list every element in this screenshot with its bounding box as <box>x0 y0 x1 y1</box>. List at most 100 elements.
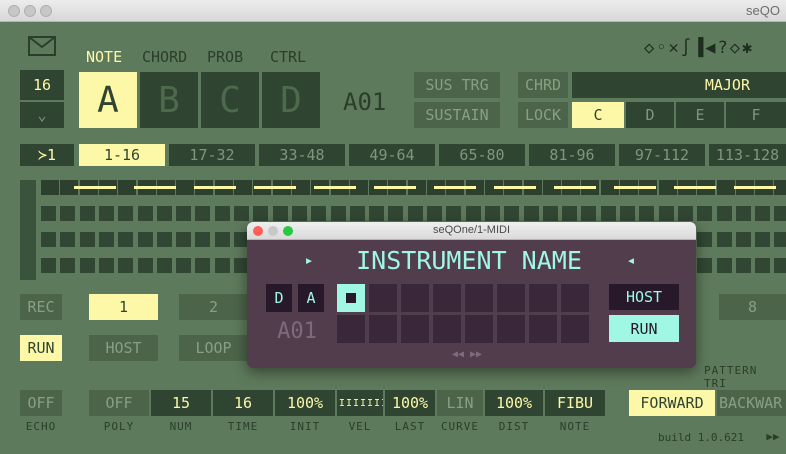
pattern-button-2[interactable]: 2 <box>179 294 248 320</box>
loop-button[interactable]: LOOP <box>179 335 248 361</box>
grid-step[interactable] <box>543 206 558 221</box>
grid-step[interactable] <box>755 232 770 247</box>
grid-step[interactable] <box>524 206 539 221</box>
length-value[interactable]: 16 <box>20 70 64 100</box>
grid-step[interactable] <box>697 258 712 273</box>
grid-step[interactable] <box>446 206 461 221</box>
grid-step[interactable] <box>774 258 786 273</box>
grid-step[interactable] <box>408 206 423 221</box>
page-tab-8[interactable]: 113-128 <box>709 144 786 166</box>
grid-step[interactable] <box>138 206 153 221</box>
grid-step[interactable] <box>215 258 230 273</box>
grid-step[interactable] <box>41 258 56 273</box>
grid-step[interactable] <box>678 206 693 221</box>
chord-type-select[interactable]: MAJOR <box>572 72 786 98</box>
grid-step[interactable] <box>620 206 635 221</box>
grid-step[interactable] <box>601 206 616 221</box>
grid-step[interactable] <box>157 206 172 221</box>
grid-step[interactable] <box>60 206 75 221</box>
tab-ctrl[interactable]: CTRL <box>270 48 306 66</box>
grid-step[interactable] <box>562 206 577 221</box>
grid-step[interactable] <box>41 232 56 247</box>
grid-step[interactable] <box>697 232 712 247</box>
rec-button[interactable]: REC <box>20 294 62 320</box>
popup-cell[interactable] <box>529 284 557 312</box>
popup-cell[interactable] <box>401 315 429 343</box>
grid-step[interactable] <box>311 206 326 221</box>
help-icon[interactable]: ? <box>717 38 729 58</box>
grid-step[interactable] <box>485 206 500 221</box>
popup-cell[interactable] <box>561 315 589 343</box>
toolbar-icons[interactable]: ◇◦✕∫▐◀?◇✱ <box>644 38 754 58</box>
left-scroll-bar[interactable] <box>20 180 36 280</box>
pattern-c-button[interactable]: C <box>201 72 259 128</box>
grid-step[interactable] <box>195 206 210 221</box>
grid-step[interactable] <box>157 258 172 273</box>
param-last-value[interactable]: 100% <box>385 390 435 416</box>
page-tab-7[interactable]: 97-112 <box>619 144 705 166</box>
grid-step[interactable] <box>118 258 133 273</box>
grid-step[interactable] <box>717 232 732 247</box>
pattern-button-1[interactable]: 1 <box>89 294 158 320</box>
grid-step[interactable] <box>659 206 674 221</box>
grid-step[interactable] <box>41 180 59 195</box>
popup-cell[interactable] <box>465 284 493 312</box>
grid-step[interactable] <box>234 206 249 221</box>
curve-icon[interactable]: ∫ <box>681 38 693 58</box>
grid-step[interactable] <box>388 206 403 221</box>
length-down-button[interactable]: ⌄ <box>20 102 64 128</box>
grid-step[interactable] <box>80 232 95 247</box>
grid-step[interactable] <box>369 206 384 221</box>
mail-icon[interactable] <box>28 36 56 60</box>
popup-cell[interactable] <box>401 284 429 312</box>
page-tab-1[interactable]: 1-16 <box>79 144 165 166</box>
chord-button[interactable]: CHRD <box>518 72 568 98</box>
param-vel-value[interactable]: IIIIIIIIII <box>337 390 383 416</box>
grid-step[interactable] <box>755 206 770 221</box>
popup-cell[interactable] <box>465 315 493 343</box>
popup-cell[interactable] <box>369 315 397 343</box>
tab-note[interactable]: NOTE <box>86 48 122 66</box>
popup-nav-arrows[interactable]: ◀◀ ▶▶ <box>437 346 497 362</box>
pattern-d-button[interactable]: D <box>262 72 320 128</box>
skip-back-icon[interactable]: ▐◀ <box>693 38 717 58</box>
grid-step[interactable] <box>195 258 210 273</box>
pattern-button-8[interactable]: 8 <box>719 294 786 320</box>
popup-cell[interactable] <box>369 284 397 312</box>
grid-step[interactable] <box>774 206 786 221</box>
grid-step[interactable] <box>99 258 114 273</box>
star-icon[interactable]: ✱ <box>742 38 754 58</box>
grid-step[interactable] <box>41 206 56 221</box>
grid-step[interactable] <box>736 206 751 221</box>
grid-step[interactable] <box>118 206 133 221</box>
popup-cell[interactable] <box>433 284 461 312</box>
grid-step[interactable] <box>118 232 133 247</box>
popup-cell[interactable] <box>433 315 461 343</box>
key-e-button[interactable]: E <box>676 102 724 128</box>
grid-step[interactable] <box>176 180 194 195</box>
grid-step[interactable] <box>755 258 770 273</box>
grid-step[interactable] <box>717 180 735 195</box>
tab-chord[interactable]: CHORD <box>142 48 187 66</box>
backward-button[interactable]: BACKWAR <box>717 390 786 416</box>
page-tab-4[interactable]: 49-64 <box>349 144 435 166</box>
popup-cell[interactable] <box>497 284 525 312</box>
minimize-window-button[interactable] <box>24 5 36 17</box>
sustain-button[interactable]: SUSTAIN <box>414 102 500 128</box>
grid-step[interactable] <box>273 206 288 221</box>
page-tab-3[interactable]: 33-48 <box>259 144 345 166</box>
grid-step[interactable] <box>176 232 191 247</box>
grid-step[interactable] <box>99 206 114 221</box>
next-instrument-icon[interactable]: ◂ <box>621 246 641 274</box>
grid-step[interactable] <box>331 206 346 221</box>
instrument-name[interactable]: INSTRUMENT NAME <box>329 244 609 276</box>
grid-step[interactable] <box>292 206 307 221</box>
grid-step[interactable] <box>736 232 751 247</box>
pattern-b-button[interactable]: B <box>140 72 198 128</box>
play-icon[interactable]: ▶▶ <box>760 430 786 443</box>
grid-step[interactable] <box>215 232 230 247</box>
sus-trg-button[interactable]: SUS TRG <box>414 72 500 98</box>
key-d-button[interactable]: D <box>626 102 674 128</box>
grid-step[interactable] <box>717 258 732 273</box>
grid-step[interactable] <box>176 206 191 221</box>
